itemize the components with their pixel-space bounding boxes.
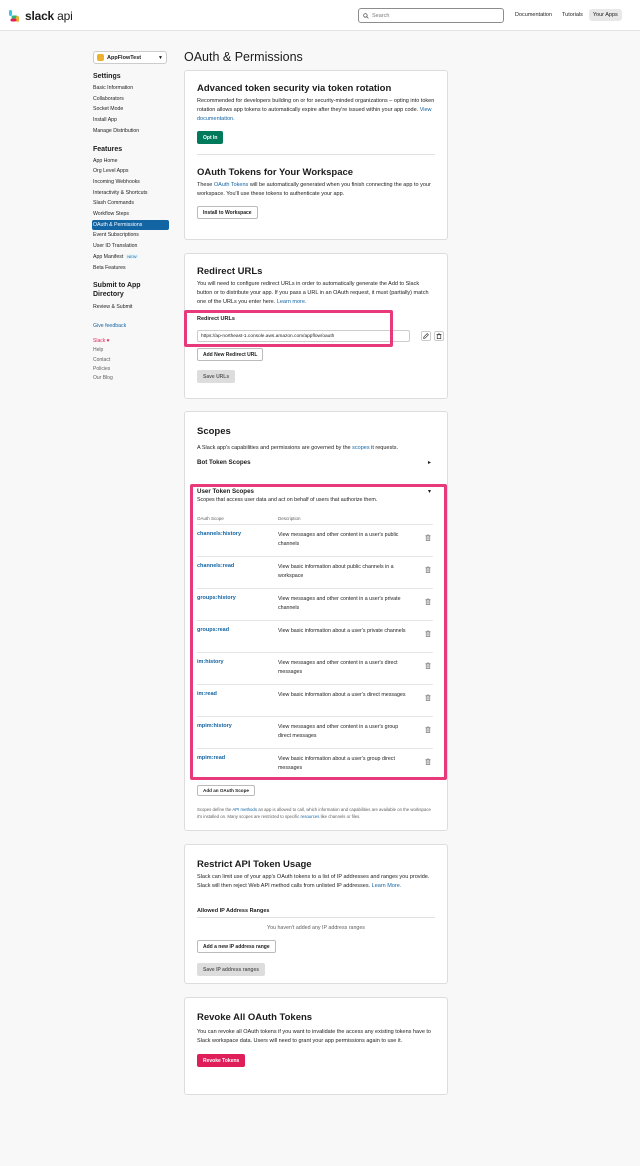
sidebar-item-install-app[interactable]: Install App (93, 115, 169, 126)
delete-url-button[interactable] (434, 331, 444, 341)
caret-down-icon: ▼ (158, 54, 163, 61)
footer-policies-link[interactable]: Policies (93, 365, 169, 374)
scopes-footnote: Scopes define the API methods an app is … (197, 807, 431, 819)
sidebar: AppFlowTest ▼ Settings Basic Information… (92, 51, 169, 383)
add-oauth-scope-button[interactable]: Add an OAuth Scope (197, 785, 255, 796)
token-rotation-text: Recommended for developers building on o… (197, 98, 435, 122)
save-ip-ranges-button[interactable]: Save IP address ranges (197, 963, 266, 976)
new-badge: NEW (125, 253, 139, 259)
top-nav: Documentation Tutorials Your Apps (511, 9, 622, 21)
restrict-learn-more-link[interactable]: Learn More. (372, 883, 402, 889)
scopes-text: A Slack app's capabilities and permissio… (197, 445, 399, 451)
revoke-tokens-card: Revoke All OAuth Tokens You can revoke a… (184, 997, 448, 1095)
submit-heading: Submit to App Directory (93, 282, 141, 298)
restrict-usage-card: Restrict API Token Usage Slack can limit… (184, 844, 448, 984)
bot-token-scopes-toggle[interactable]: Bot Token Scopes (197, 459, 251, 466)
edit-url-button[interactable] (421, 331, 431, 341)
give-feedback-link[interactable]: Give feedback (93, 323, 169, 329)
sidebar-item-basic-information[interactable]: Basic Information (93, 83, 169, 94)
sidebar-item-collaborators[interactable]: Collaborators (93, 94, 169, 105)
add-redirect-url-button[interactable]: Add New Redirect URL (197, 348, 264, 361)
save-urls-button[interactable]: Save URLs (197, 370, 236, 383)
redirect-urls-title: Redirect URLs (197, 266, 263, 277)
footer-contact-link[interactable]: Contact (93, 356, 169, 365)
app-selector[interactable]: AppFlowTest ▼ (93, 51, 167, 64)
chevron-right-icon[interactable]: ▸ (428, 459, 431, 466)
sidebar-item-beta-features[interactable]: Beta Features (93, 263, 169, 274)
trash-icon (436, 333, 442, 339)
ip-empty-text: You haven't added any IP address ranges (267, 925, 365, 931)
sidebar-item-event-subscriptions[interactable]: Event Subscriptions (93, 230, 169, 241)
restrict-usage-title: Restrict API Token Usage (197, 859, 312, 870)
revoke-tokens-button[interactable]: Revoke Tokens (197, 1053, 246, 1067)
slack-logo-icon (8, 9, 21, 23)
revoke-tokens-text: You can revoke all OAuth tokens if you w… (197, 1029, 431, 1044)
restrict-usage-text: Slack can limit use of your app's OAuth … (197, 874, 430, 889)
ip-ranges-label: Allowed IP Address Ranges (197, 908, 270, 914)
footer-help-link[interactable]: Help (93, 346, 169, 355)
oauth-tokens-title: OAuth Tokens for Your Workspace (197, 166, 354, 178)
divider (197, 153, 435, 155)
sidebar-item-app-home[interactable]: App Home (93, 156, 169, 167)
scopes-title: Scopes (197, 426, 231, 437)
resources-link[interactable]: resources (301, 814, 320, 819)
search-input[interactable] (372, 12, 492, 19)
sidebar-item-app-manifest[interactable]: App Manifest NEW (93, 252, 169, 263)
sidebar-item-oauth-permissions[interactable]: OAuth & Permissions (92, 219, 169, 231)
sidebar-item-review-submit[interactable]: Review & Submit (93, 302, 169, 313)
add-ip-range-button[interactable]: Add a new IP address range (197, 940, 276, 953)
top-bar: slack api Documentation Tutorials Your A… (0, 0, 640, 31)
app-icon (97, 54, 104, 61)
footer-slack-link[interactable]: Slack ♥ (93, 337, 169, 346)
ip-divider (197, 917, 435, 918)
search-box[interactable] (358, 8, 504, 23)
search-icon (363, 12, 369, 19)
install-to-workspace-button[interactable]: Install to Workspace (197, 205, 258, 219)
slack-api-logo[interactable]: slack api (8, 8, 73, 24)
api-methods-link[interactable]: API methods (232, 807, 257, 812)
learn-more-link[interactable]: Learn more. (277, 299, 307, 305)
redirect-highlight-box (184, 310, 393, 347)
sidebar-item-workflow-steps[interactable]: Workflow Steps (93, 209, 169, 220)
footer-blog-link[interactable]: Our Blog (93, 374, 169, 383)
sidebar-item-slash-commands[interactable]: Slash Commands (93, 198, 169, 209)
sidebar-item-org-level-apps[interactable]: Org Level Apps (93, 166, 169, 177)
sidebar-item-user-id-translation[interactable]: User ID Translation (93, 241, 169, 252)
tokens-card: Advanced token security via token rotati… (184, 70, 448, 240)
nav-your-apps[interactable]: Your Apps (588, 9, 622, 21)
features-heading: Features (93, 145, 123, 153)
oauth-tokens-link[interactable]: OAuth Tokens (214, 182, 248, 188)
nav-documentation[interactable]: Documentation (511, 9, 556, 21)
logo-text: slack api (25, 9, 73, 23)
redirect-urls-text: You will need to configure redirect URLs… (197, 281, 429, 305)
page-title: OAuth & Permissions (184, 50, 303, 64)
nav-tutorials[interactable]: Tutorials (558, 9, 587, 21)
sidebar-item-manage-distribution[interactable]: Manage Distribution (93, 126, 169, 137)
settings-heading: Settings (93, 73, 121, 80)
opt-in-button[interactable]: Opt In (197, 130, 224, 144)
scopes-link[interactable]: scopes (352, 445, 369, 451)
app-name: AppFlowTest (107, 54, 142, 61)
sidebar-item-incoming-webhooks[interactable]: Incoming Webhooks (93, 177, 169, 188)
revoke-tokens-title: Revoke All OAuth Tokens (197, 1012, 313, 1023)
user-scopes-highlight-box (190, 484, 447, 780)
oauth-tokens-text: These OAuth Tokens will be automatically… (197, 181, 431, 197)
token-rotation-title: Advanced token security via token rotati… (197, 83, 392, 94)
pencil-icon (423, 333, 429, 339)
sidebar-item-socket-mode[interactable]: Socket Mode (93, 104, 169, 115)
sidebar-item-interactivity[interactable]: Interactivity & Shortcuts (93, 188, 169, 199)
heart-icon: ♥ (106, 337, 110, 344)
